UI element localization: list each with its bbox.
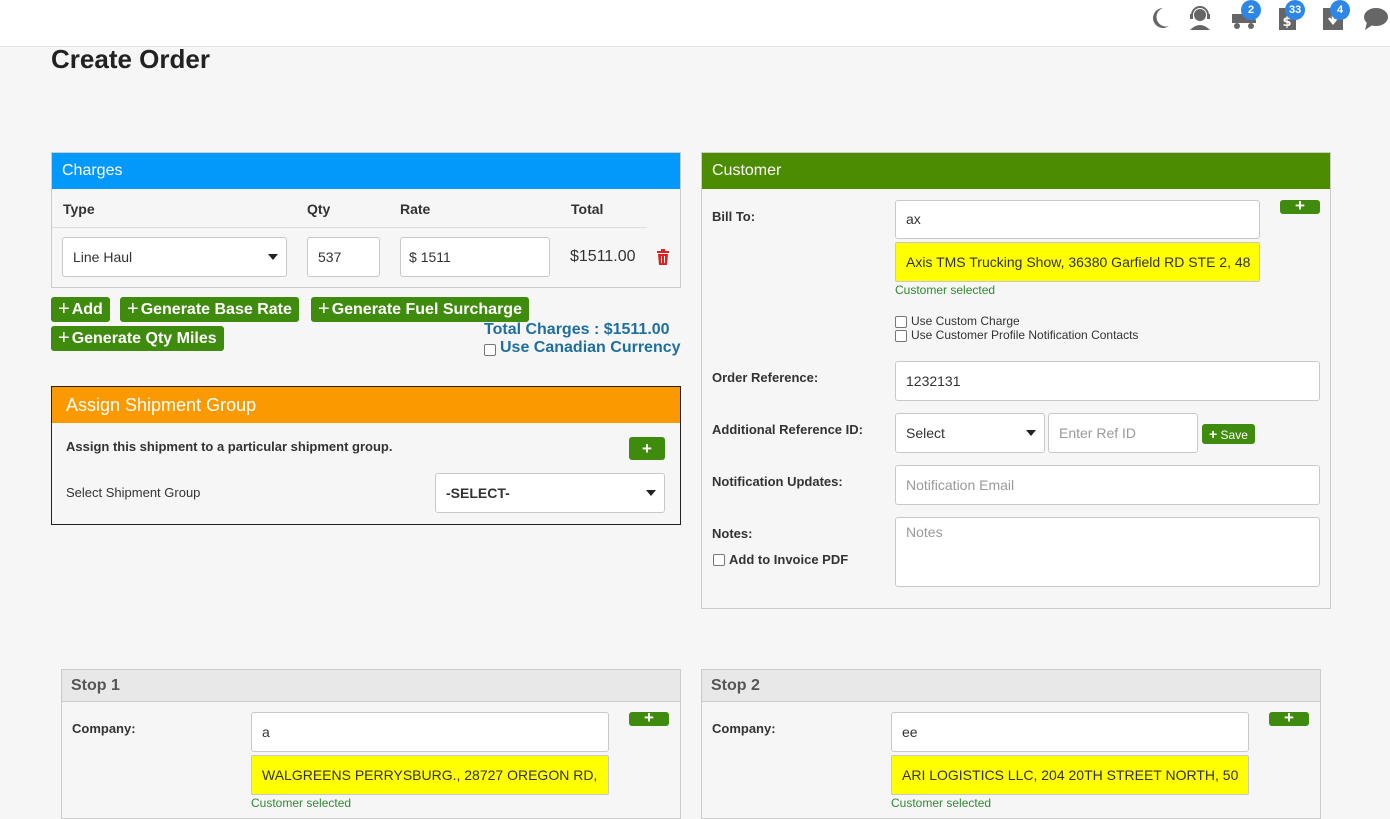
truck-icon[interactable]: 2 (1230, 0, 1261, 33)
order-ref-label: Order Reference: (712, 370, 819, 385)
chevron-down-icon (1026, 430, 1036, 436)
plus-icon: + (1209, 426, 1218, 442)
select-group-label: Select Shipment Group (66, 485, 201, 500)
bill-to-input[interactable]: ax (895, 200, 1260, 239)
stop-2-panel: Stop 2 Company: ee + ARI LOGISTICS LLC, … (701, 669, 1321, 819)
stop-1-header: Stop 1 (62, 670, 680, 702)
col-rate: Rate (400, 201, 431, 217)
stop-1-company-label: Company: (72, 721, 136, 736)
stop-1-suggestion[interactable]: WALGREENS PERRYSBURG., 28727 OREGON RD, (251, 755, 609, 795)
stop-2-selected-note: Customer selected (891, 796, 992, 810)
stop-1-selected-note: Customer selected (251, 796, 352, 810)
save-ref-button[interactable]: + Save (1202, 424, 1255, 444)
top-navbar: 2 $ 33 4 (0, 0, 1390, 47)
canadian-currency-checkbox[interactable] (484, 344, 496, 356)
stop-2-add-company-button[interactable]: + (1269, 709, 1309, 726)
col-type: Type (63, 201, 95, 217)
profile-contacts-label: Use Customer Profile Notification Contac… (911, 328, 1139, 342)
col-total: Total (571, 201, 604, 217)
notes-textarea[interactable]: Notes (895, 517, 1320, 587)
custom-charge-label: Use Custom Charge (911, 314, 1020, 328)
customer-header: Customer (702, 153, 1330, 189)
support-agent-icon[interactable] (1187, 5, 1217, 33)
dollar-document-icon[interactable]: $ 33 (1275, 0, 1306, 33)
generate-fuel-surcharge-button[interactable]: + Generate Fuel Surcharge (311, 297, 529, 322)
download-icon[interactable]: 4 (1320, 0, 1350, 33)
charges-header: Charges (52, 153, 680, 189)
order-ref-input[interactable]: 1232131 (895, 361, 1320, 401)
qty-value: 537 (318, 249, 342, 265)
stop-1-company-input[interactable]: a (251, 712, 609, 752)
shipment-group-header: Assign Shipment Group (52, 387, 680, 423)
total-charges: Total Charges : $1511.00 (484, 321, 670, 338)
shipment-group-select[interactable]: -SELECT- (435, 473, 665, 513)
charge-type-value: Line Haul (73, 249, 133, 265)
ref-id-input[interactable]: Enter Ref ID (1048, 413, 1198, 453)
stop-1-add-company-button[interactable]: + (629, 709, 669, 726)
bill-to-suggestion[interactable]: Axis TMS Trucking Show, 36380 Garfield R… (895, 242, 1260, 282)
table-divider (52, 227, 647, 228)
profile-contacts-checkbox[interactable] (895, 330, 907, 342)
plus-icon: + (318, 298, 330, 320)
dispatch-badge: 2 (1241, 0, 1261, 20)
plus-icon: + (58, 327, 70, 349)
customer-panel: Customer Bill To: ax + Axis TMS Trucking… (701, 152, 1331, 609)
invoice-pdf-label: Add to Invoice PDF (729, 552, 849, 567)
qty-input[interactable]: 537 (307, 237, 380, 277)
rate-input[interactable]: $ 1511 (400, 237, 550, 277)
moon-icon[interactable] (1148, 5, 1178, 33)
plus-icon: + (127, 298, 139, 320)
rate-value: 1511 (420, 249, 451, 265)
stop-2-header: Stop 2 (702, 670, 1320, 702)
notification-email-input[interactable]: Notification Email (895, 465, 1320, 505)
notes-label: Notes: (712, 526, 753, 541)
additional-ref-label: Additional Reference ID: (712, 422, 863, 437)
shipment-group-panel: Assign Shipment Group Assign this shipme… (51, 386, 681, 525)
col-qty: Qty (307, 201, 331, 217)
page-title: Create Order (51, 44, 210, 74)
generate-base-rate-button[interactable]: + Generate Base Rate (120, 297, 299, 322)
bill-to-selected-note: Customer selected (895, 283, 996, 297)
add-shipment-group-button[interactable]: + (629, 437, 665, 460)
add-customer-button[interactable]: + (1280, 197, 1320, 214)
stop-2-suggestion[interactable]: ARI LOGISTICS LLC, 204 20TH STREET NORTH… (891, 755, 1249, 795)
billing-badge: 33 (1285, 0, 1306, 20)
chevron-down-icon (268, 254, 278, 260)
chevron-down-icon (646, 490, 656, 496)
downloads-badge: 4 (1330, 0, 1350, 20)
stop-2-company-label: Company: (712, 721, 776, 736)
chat-icon[interactable] (1362, 5, 1390, 33)
custom-charge-checkbox[interactable] (895, 316, 907, 328)
generate-qty-miles-button[interactable]: + Generate Qty Miles (51, 326, 224, 351)
stop-1-panel: Stop 1 Company: a + WALGREENS PERRYSBURG… (61, 669, 681, 819)
row-total: $1511.00 (570, 248, 636, 265)
shipment-group-desc: Assign this shipment to a particular shi… (66, 439, 393, 454)
invoice-pdf-checkbox[interactable] (713, 554, 725, 566)
stop-2-company-input[interactable]: ee (891, 712, 1249, 752)
additional-ref-select[interactable]: Select (895, 413, 1045, 453)
plus-icon: + (58, 298, 70, 320)
charge-type-select[interactable]: Line Haul (62, 237, 287, 277)
canadian-currency-label: Use Canadian Currency (500, 339, 681, 356)
add-charge-button[interactable]: + Add (51, 297, 110, 322)
charges-panel: Charges Type Qty Rate Total Line Haul 53… (51, 152, 681, 288)
bill-to-label: Bill To: (712, 209, 756, 224)
rate-prefix: $ (409, 249, 417, 265)
trash-icon[interactable] (656, 249, 670, 270)
notification-label: Notification Updates: (712, 474, 843, 489)
